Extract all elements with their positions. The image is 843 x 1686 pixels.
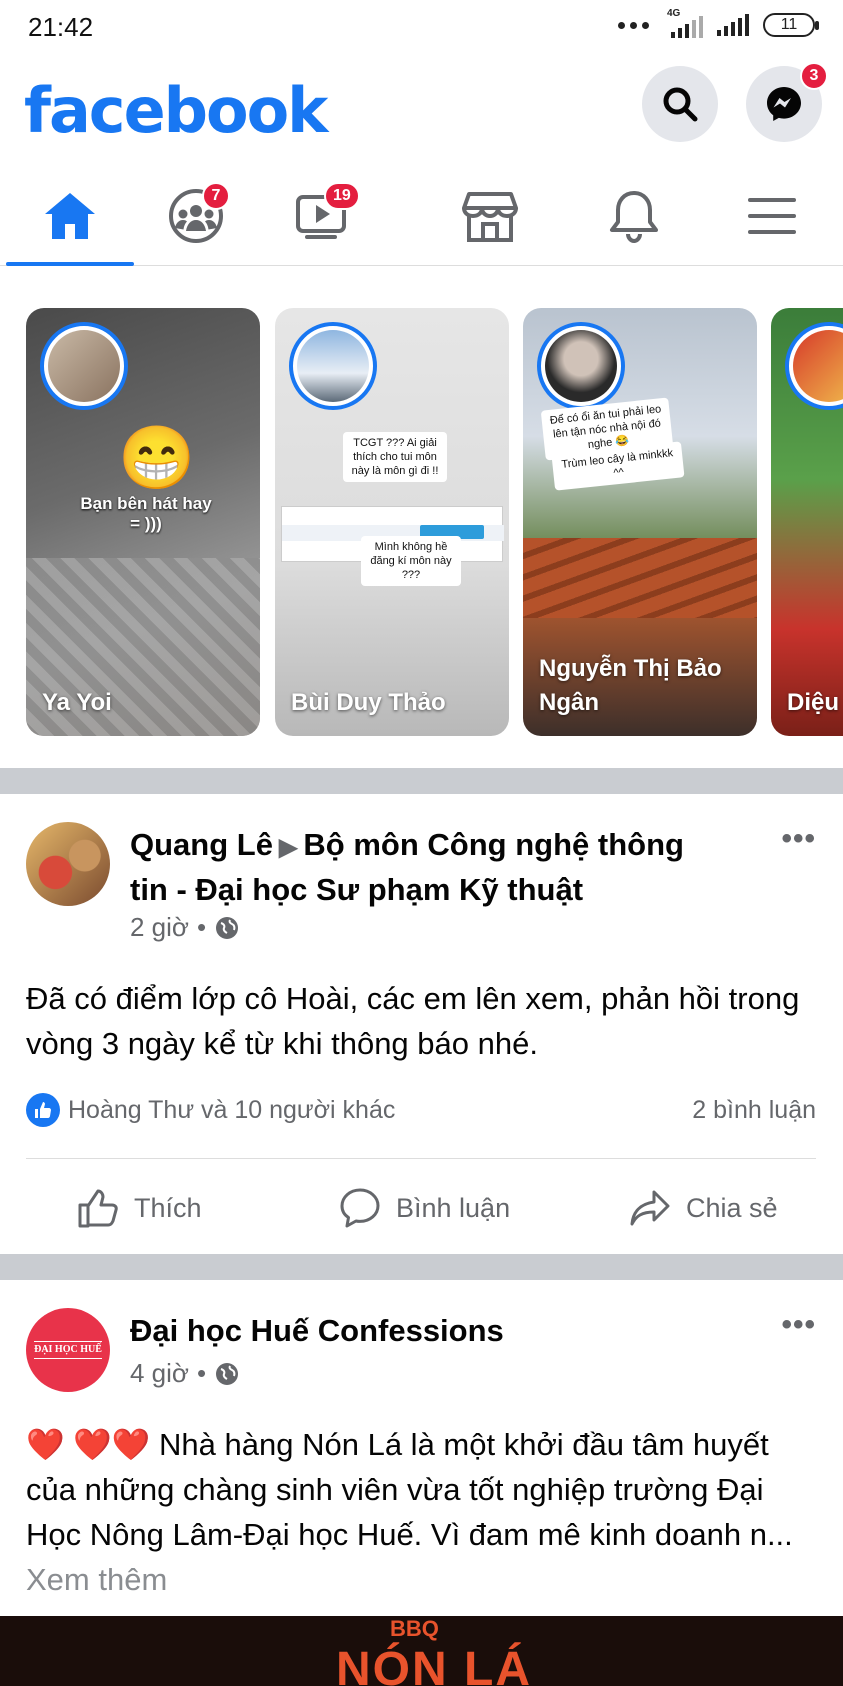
story-avatar <box>785 322 843 410</box>
see-more-link[interactable]: Xem thêm <box>26 1562 167 1597</box>
banner-title: NÓN LÁ <box>336 1643 532 1686</box>
thumbs-up-icon <box>78 1189 118 1228</box>
stories-tray: 😁 Bạn bên hát hay = ))) Ya Yoi TCGT ??? … <box>0 266 843 766</box>
tab-menu[interactable] <box>712 168 832 264</box>
store-icon <box>462 192 518 242</box>
home-icon <box>45 193 95 239</box>
globe-icon <box>216 1362 239 1385</box>
story-card[interactable]: Diệu <box>771 308 843 736</box>
signal-icon <box>717 14 749 36</box>
like-button[interactable]: Thích <box>76 1160 202 1256</box>
story-name: Diệu <box>787 689 840 716</box>
feed-separator <box>0 1254 843 1280</box>
heart-emojis: ❤️ ❤️❤️ <box>26 1427 151 1462</box>
story-card[interactable]: TCGT ??? Ai giải thích cho tui môn này l… <box>275 308 509 736</box>
post-time[interactable]: 4 giờ <box>130 1358 189 1389</box>
divider <box>26 1158 816 1159</box>
grinning-emoji: 😁 <box>118 424 196 493</box>
more-status-icon <box>618 21 649 29</box>
post-author[interactable]: Đại học Huế Confessions <box>130 1310 730 1352</box>
story-name: Bùi Duy Thảo <box>291 689 446 716</box>
tab-marketplace[interactable] <box>430 168 550 264</box>
more-options-icon[interactable]: ••• <box>781 822 816 856</box>
status-time: 21:42 <box>28 12 94 42</box>
post-time[interactable]: 2 giờ <box>130 912 189 943</box>
globe-icon <box>216 916 239 939</box>
tab-home[interactable] <box>10 168 130 264</box>
bell-icon <box>610 191 658 244</box>
story-avatar <box>289 322 377 410</box>
comment-count[interactable]: 2 bình luận <box>692 1096 816 1125</box>
share-button[interactable]: Chia sẻ <box>628 1160 778 1256</box>
post-meta: 4 giờ • <box>130 1358 240 1389</box>
groups-badge: 7 <box>202 182 230 210</box>
share-icon <box>630 1190 670 1226</box>
avatar[interactable] <box>26 822 110 906</box>
story-card[interactable]: Để có ổi ăn tui phải leo lên tận nóc nhà… <box>523 308 757 736</box>
top-nav: 7 19 <box>0 168 843 266</box>
avatar-text: ĐẠI HỌC HUẾ <box>34 1341 102 1359</box>
search-button[interactable] <box>642 66 718 142</box>
story-caption-2: Mình không hề đăng kí môn này ??? <box>361 536 461 586</box>
arrow-right-icon: ▶ <box>278 834 298 861</box>
app-header: facebook 3 <box>0 62 843 162</box>
post-author[interactable]: Quang Lê <box>130 827 273 862</box>
feed-separator <box>0 768 843 794</box>
like-reaction-icon <box>26 1093 60 1127</box>
comment-button[interactable]: Bình luận <box>338 1160 510 1256</box>
story-avatar <box>537 322 625 410</box>
messenger-badge: 3 <box>800 62 828 90</box>
post-header: Quang Lê ▶ Bộ môn Công nghệ thông tin - Đạ… <box>26 822 826 942</box>
story-caption: TCGT ??? Ai giải thích cho tui môn này l… <box>343 432 447 482</box>
search-icon <box>663 87 698 122</box>
post-actions: Thích Bình luận Chia sẻ <box>0 1160 843 1256</box>
post-image[interactable]: BBQ NÓN LÁ <box>0 1616 843 1686</box>
comment-icon <box>340 1188 380 1228</box>
tab-notifications[interactable] <box>574 168 694 264</box>
reaction-summary[interactable]: Hoàng Thư và 10 người khác 2 bình luận <box>26 1090 816 1130</box>
post-header: ĐẠI HỌC HUẾ Đại học Huế Confessions 4 gi… <box>26 1308 826 1398</box>
messenger-icon <box>767 87 801 121</box>
story-card[interactable]: 😁 Bạn bên hát hay = ))) Ya Yoi <box>26 308 260 736</box>
story-name: Nguyễn Thị Bảo Ngân <box>539 655 722 716</box>
post-text: ❤️ ❤️❤️ Nhà hàng Nón Lá là một khởi đầu … <box>26 1427 793 1597</box>
tab-watch[interactable]: 19 <box>262 168 382 264</box>
facebook-logo: facebook <box>24 74 328 147</box>
messenger-button[interactable]: 3 <box>746 62 828 142</box>
banner-subtitle: BBQ <box>390 1616 439 1641</box>
tab-groups[interactable]: 7 <box>136 168 256 264</box>
cellular-4g-icon: 4G <box>663 8 703 38</box>
story-name: Ya Yoi <box>42 689 112 716</box>
hamburger-icon <box>748 198 796 234</box>
roof-image <box>523 538 757 618</box>
story-avatar <box>40 322 128 410</box>
post-text: Đã có điểm lớp cô Hoài, các em lên xem, … <box>26 981 800 1061</box>
watch-badge: 19 <box>324 182 360 210</box>
reaction-names[interactable]: Hoàng Thư và 10 người khác <box>68 1096 395 1125</box>
post-author-line: Quang Lê ▶ Bộ môn Công nghệ thông tin - Đạ… <box>130 824 730 911</box>
avatar[interactable]: ĐẠI HỌC HUẾ <box>26 1308 110 1392</box>
more-options-icon[interactable]: ••• <box>781 1308 816 1342</box>
status-bar: 21:42 4G 11 <box>0 0 843 54</box>
story-caption: Bạn bên hát hay = ))) <box>80 494 212 533</box>
battery-icon: 11 <box>763 13 819 37</box>
post-meta: 2 giờ • <box>130 912 240 943</box>
